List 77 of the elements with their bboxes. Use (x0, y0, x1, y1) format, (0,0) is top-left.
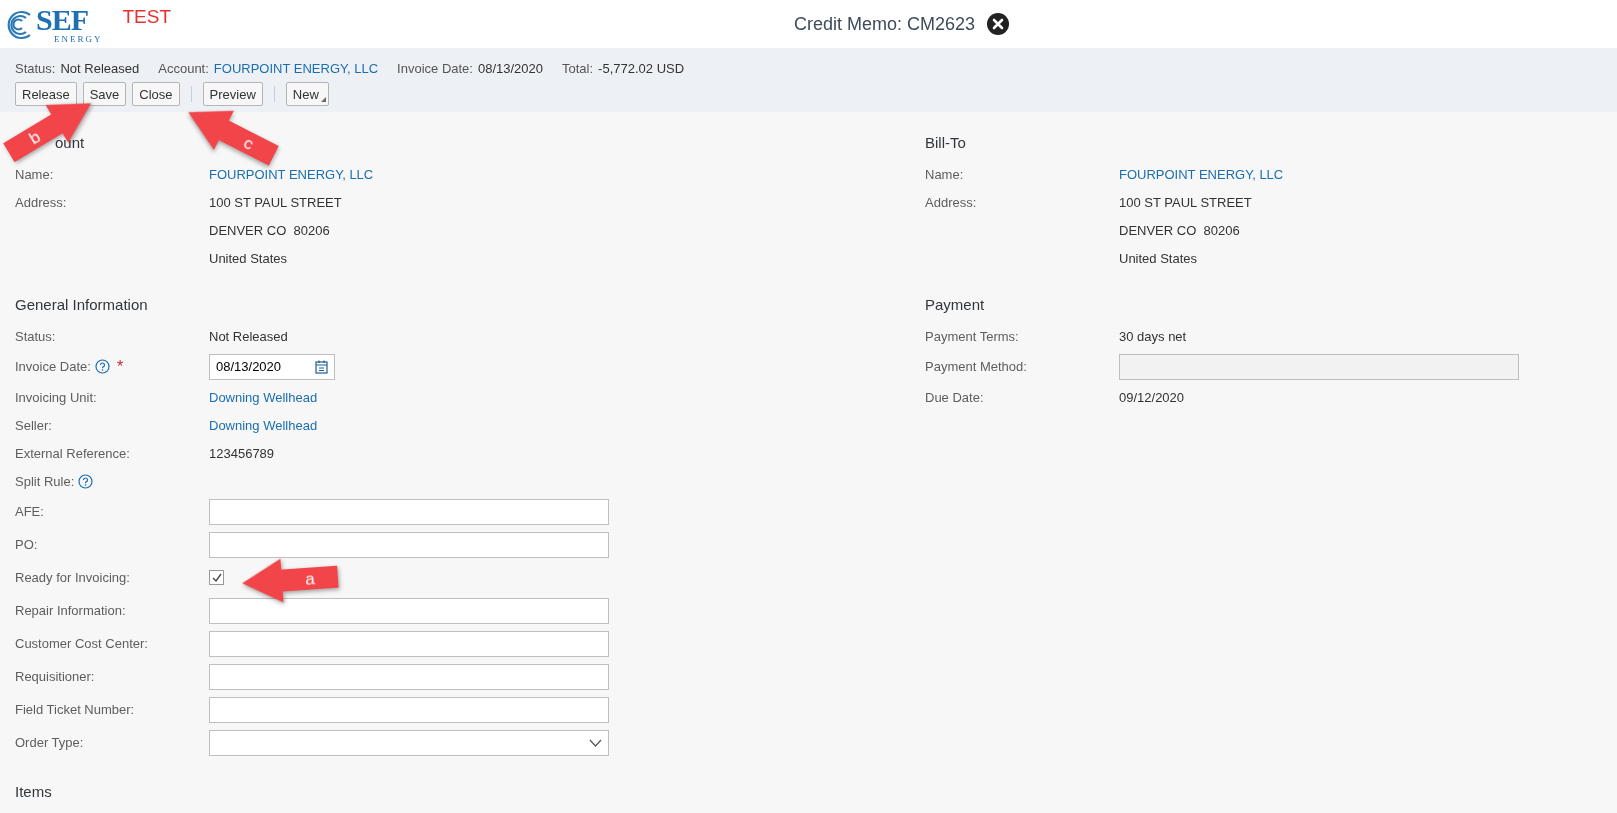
checkbox[interactable] (209, 570, 224, 585)
required-mark: * (116, 357, 124, 376)
field-value: DENVER CO 80206 (209, 222, 330, 238)
field-label: AFE: (15, 504, 44, 519)
summary-label: Total: (562, 61, 594, 76)
value-link[interactable]: FOURPOINT ENERGY, LLC (1119, 166, 1284, 182)
field-value: Not Released (209, 328, 288, 344)
field-label: Seller: (15, 417, 52, 433)
field-label: External Reference: (15, 445, 130, 461)
field-value: 123456789 (209, 445, 275, 461)
chevron-down-icon (589, 738, 602, 747)
toolbar-button[interactable]: Save (82, 82, 127, 106)
field-label: Repair Information: (15, 603, 126, 618)
toolbar-button[interactable]: Release (15, 82, 77, 106)
field-label: Due Date: (925, 389, 984, 405)
calendar-icon[interactable] (315, 359, 328, 374)
section-title: General Information (15, 295, 148, 315)
field-label: Customer Cost Center: (15, 636, 148, 651)
summary-label: Status: (15, 61, 56, 76)
field-label: Invoice Date: (15, 359, 91, 374)
field-label: Status: (15, 328, 56, 344)
field-value: 30 days net (1119, 328, 1187, 344)
field-label: Name: (15, 166, 54, 182)
field-label: Name: (925, 166, 964, 182)
callout-label: a (304, 569, 316, 589)
help-icon[interactable] (78, 473, 94, 489)
field-value: 09/12/2020 (1119, 389, 1185, 405)
summary-value: -5,772.02 USD (598, 61, 685, 76)
input-field[interactable] (1119, 353, 1519, 380)
field-label: Requisitioner: (15, 669, 95, 684)
field-label: Invoicing Unit: (15, 389, 97, 405)
section-title: ount (55, 133, 85, 153)
logo-text: SEF (36, 4, 90, 35)
field-label: Payment Method: (925, 359, 1027, 374)
section-title: Payment (925, 295, 985, 315)
section-title: Bill-To (925, 133, 966, 153)
section-title: Items (15, 782, 52, 802)
field-label: Field Ticket Number: (15, 702, 135, 717)
field-label: PO: (15, 537, 38, 552)
summary-value: 08/13/2020 (477, 61, 544, 76)
input-field[interactable] (209, 630, 609, 657)
field-value: DENVER CO 80206 (1119, 222, 1240, 238)
date-field[interactable]: 08/13/2020 (209, 353, 335, 380)
value-link[interactable]: Downing Wellhead (209, 417, 318, 433)
field-label: Order Type: (15, 735, 84, 750)
input-field[interactable] (209, 696, 609, 723)
field-label: Payment Terms: (925, 328, 1019, 344)
summary-label: Account: (158, 61, 209, 76)
field-label: Split Rule: (15, 473, 75, 489)
field-label: Ready for Invoicing: (15, 570, 130, 585)
environment-label: TEST (122, 6, 172, 28)
field-value: 100 ST PAUL STREET (209, 194, 342, 210)
summary-label: Invoice Date: (397, 61, 473, 76)
value-link[interactable]: FOURPOINT ENERGY, LLC (209, 166, 374, 182)
field-value: 100 ST PAUL STREET (1119, 194, 1252, 210)
summary-value: Not Released (60, 61, 140, 76)
menu-corner-icon (320, 97, 326, 102)
help-icon[interactable] (94, 359, 110, 374)
value-link[interactable]: Downing Wellhead (209, 389, 318, 405)
input-field[interactable] (209, 663, 609, 690)
logo-subtext: ENERGY (54, 34, 103, 44)
field-value: United States (209, 250, 288, 266)
close-icon[interactable] (987, 13, 1009, 35)
toolbar-button[interactable]: Close (132, 82, 180, 106)
field-label: Address: (15, 194, 67, 210)
callout-label: b (25, 127, 44, 149)
field-value: United States (1119, 250, 1198, 266)
field-label: Address: (925, 194, 977, 210)
menu-button[interactable]: New (285, 82, 329, 106)
summary-link[interactable]: FOURPOINT ENERGY, LLC (213, 61, 379, 76)
page-title: Credit Memo: CM2623 (793, 13, 975, 35)
input-field[interactable] (209, 597, 609, 624)
callout-label: c (240, 133, 257, 154)
input-field[interactable] (209, 531, 609, 558)
input-field[interactable] (209, 498, 609, 525)
toolbar-button[interactable]: Preview (202, 82, 263, 106)
dropdown-field[interactable] (209, 729, 609, 756)
